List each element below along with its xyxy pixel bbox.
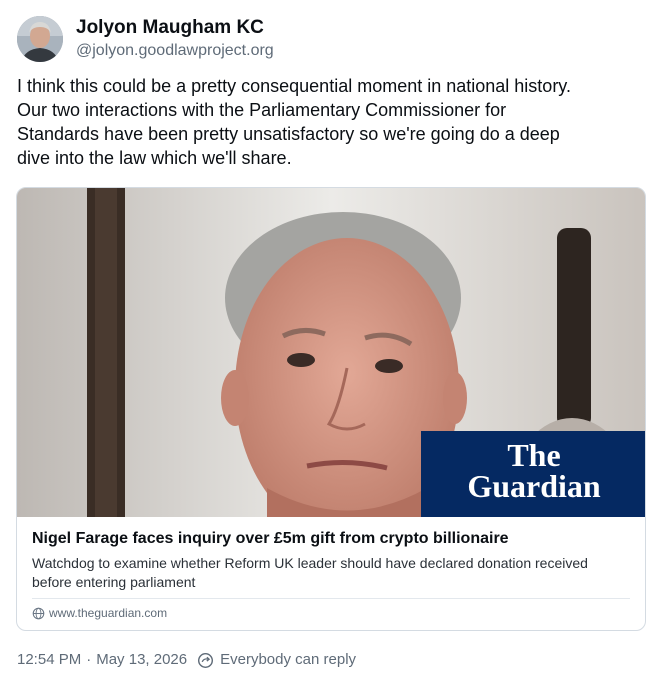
article-thumbnail: The Guardian <box>17 188 645 517</box>
post-date[interactable]: May 13, 2026 <box>96 650 187 670</box>
guardian-logo-line2: Guardian <box>467 468 601 504</box>
post-header: Jolyon Maugham KC @jolyon.goodlawproject… <box>17 14 274 64</box>
post-time[interactable]: 12:54 PM <box>17 650 81 670</box>
reply-settings-icon <box>198 652 214 668</box>
card-domain: www.theguardian.com <box>49 606 168 620</box>
post-text: I think this could be a pretty consequen… <box>17 76 571 168</box>
globe-icon <box>32 607 45 619</box>
author-avatar[interactable] <box>17 16 63 62</box>
post-footer: 12:54 PM · May 13, 2026 Everybody can re… <box>17 650 356 670</box>
card-domain-row: www.theguardian.com <box>32 606 167 620</box>
author-handle[interactable]: @jolyon.goodlawproject.org <box>76 40 274 62</box>
reply-settings[interactable]: Everybody can reply <box>197 650 356 670</box>
card-description: Watchdog to examine whether Reform UK le… <box>32 555 588 590</box>
reply-setting-label: Everybody can reply <box>220 651 357 668</box>
footer-separator: · <box>86 651 92 668</box>
user-avatar-icon <box>17 16 63 62</box>
article-thumbnail-photo-icon: The Guardian <box>17 188 645 517</box>
link-card[interactable]: The Guardian Nigel Farage faces inquiry … <box>16 187 646 631</box>
card-title: Nigel Farage faces inquiry over £5m gift… <box>32 530 509 547</box>
card-divider <box>32 598 630 599</box>
author-display-name[interactable]: Jolyon Maugham KC <box>76 16 274 40</box>
